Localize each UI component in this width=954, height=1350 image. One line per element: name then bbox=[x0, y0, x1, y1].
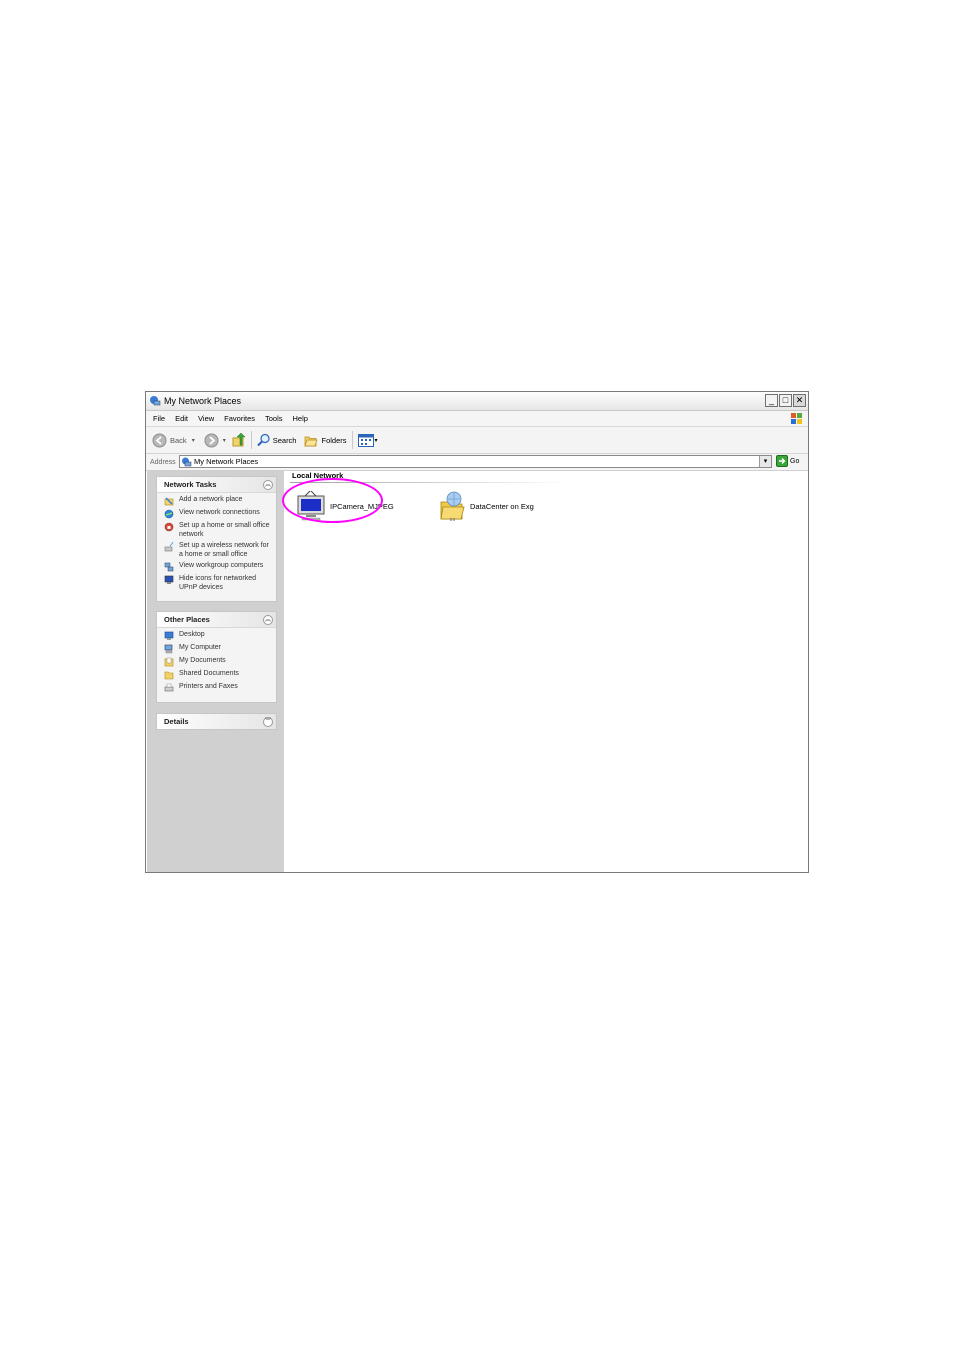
network-connections-icon bbox=[164, 509, 174, 519]
menu-tools[interactable]: Tools bbox=[265, 414, 283, 423]
upnp-devices-icon bbox=[164, 575, 174, 584]
collapse-chevron-icon[interactable]: ︽ bbox=[263, 614, 273, 625]
up-folder-button[interactable] bbox=[232, 432, 246, 448]
collapse-chevron-icon[interactable]: ︽ bbox=[263, 479, 273, 490]
views-dropdown-icon: ▾ bbox=[374, 437, 378, 444]
details-header[interactable]: Details ︾ bbox=[157, 714, 276, 729]
views-button[interactable]: ▾ bbox=[357, 433, 378, 447]
task-setup-wireless-network[interactable]: Set up a wireless network for a home or … bbox=[164, 542, 272, 559]
place-label: My Computer bbox=[179, 644, 222, 651]
place-label: Printers and Faxes bbox=[179, 683, 238, 690]
views-icon bbox=[357, 433, 374, 447]
up-folder-icon bbox=[232, 432, 246, 446]
task-label: View workgroup computers bbox=[179, 562, 264, 569]
task-view-workgroup-computers[interactable]: View workgroup computers bbox=[164, 562, 272, 572]
toolbar: Back ▾ ▾ Search Folders ▾ bbox=[146, 427, 808, 454]
shared-documents-icon bbox=[164, 671, 174, 680]
explorer-window: My Network Places _ □ ✕ File Edit View F… bbox=[145, 391, 809, 873]
place-label: Shared Documents bbox=[179, 670, 239, 677]
go-label: Go bbox=[790, 457, 800, 465]
title-bar[interactable]: My Network Places _ □ ✕ bbox=[146, 392, 808, 411]
network-tasks-title: Network Tasks bbox=[164, 480, 217, 489]
place-shared-documents[interactable]: Shared Documents bbox=[164, 670, 272, 680]
add-network-place-icon bbox=[164, 497, 174, 506]
task-hide-upnp-icons[interactable]: Hide icons for networked UPnP devices bbox=[164, 575, 272, 592]
toolbar-separator bbox=[351, 431, 353, 449]
windows-logo-icon bbox=[791, 413, 802, 424]
close-button[interactable]: ✕ bbox=[793, 394, 806, 407]
task-view-network-connections[interactable]: View network connections bbox=[164, 509, 272, 519]
desktop-icon bbox=[164, 631, 174, 640]
printers-faxes-icon bbox=[164, 683, 174, 692]
task-pane: Network Tasks ︽ Add a network place View… bbox=[147, 471, 284, 872]
folders-icon bbox=[304, 436, 318, 446]
other-places-header[interactable]: Other Places ︽ bbox=[157, 612, 276, 628]
home-network-icon bbox=[164, 522, 174, 532]
toolbar-separator bbox=[250, 431, 252, 449]
highlight-ellipse bbox=[282, 478, 383, 523]
details-title: Details bbox=[164, 717, 189, 726]
search-icon bbox=[257, 433, 270, 447]
wireless-network-icon bbox=[164, 542, 174, 552]
back-label: Back bbox=[170, 435, 187, 445]
task-label: Add a network place bbox=[179, 496, 243, 503]
expand-chevron-icon[interactable]: ︾ bbox=[263, 716, 273, 727]
content-area: Local Network IPCamera_MJPEG DataCenter … bbox=[282, 471, 808, 872]
task-label: Set up a home or small office network bbox=[179, 522, 270, 538]
task-label: Set up a wireless network for a home or … bbox=[179, 542, 269, 558]
forward-dropdown-icon[interactable]: ▾ bbox=[223, 437, 226, 444]
back-arrow-icon bbox=[152, 433, 167, 447]
my-computer-icon bbox=[164, 644, 173, 654]
place-desktop[interactable]: Desktop bbox=[164, 631, 272, 641]
network-tasks-panel: Network Tasks ︽ Add a network place View… bbox=[156, 476, 277, 602]
network-places-icon bbox=[150, 396, 161, 406]
address-dropdown-icon[interactable]: ▾ bbox=[759, 456, 771, 467]
task-add-network-place[interactable]: Add a network place bbox=[164, 496, 272, 506]
window-title: My Network Places bbox=[164, 396, 242, 406]
forward-arrow-icon bbox=[204, 433, 219, 447]
place-label: Desktop bbox=[179, 631, 205, 638]
menu-favorites[interactable]: Favorites bbox=[224, 414, 255, 423]
back-dropdown-icon[interactable]: ▾ bbox=[192, 437, 195, 444]
address-bar: Address My Network Places ▾ Go bbox=[146, 454, 808, 471]
place-my-documents[interactable]: My Documents bbox=[164, 657, 272, 667]
network-item-datacenter[interactable]: DataCenter on Exg bbox=[438, 490, 534, 522]
item-label: DataCenter on Exg bbox=[470, 501, 534, 511]
task-label: View network connections bbox=[179, 509, 260, 516]
address-value: My Network Places bbox=[194, 457, 259, 466]
maximize-button[interactable]: □ bbox=[779, 394, 792, 407]
workgroup-computers-icon bbox=[164, 562, 174, 572]
address-label: Address bbox=[150, 458, 176, 466]
address-input[interactable]: My Network Places ▾ bbox=[179, 455, 772, 468]
menu-view[interactable]: View bbox=[198, 414, 214, 423]
folders-button[interactable]: Folders bbox=[304, 434, 347, 447]
menu-bar: File Edit View Favorites Tools Help bbox=[146, 411, 808, 427]
forward-button[interactable]: ▾ bbox=[204, 433, 226, 448]
network-places-icon bbox=[182, 457, 192, 466]
task-setup-home-network[interactable]: Set up a home or small office network bbox=[164, 522, 272, 539]
other-places-panel: Other Places ︽ Desktop My Computer My Do… bbox=[156, 611, 277, 703]
network-item-ipcamera[interactable]: IPCamera_MJPEG bbox=[282, 478, 394, 523]
folders-label: Folders bbox=[321, 435, 347, 445]
place-label: My Documents bbox=[179, 657, 226, 664]
task-label: Hide icons for networked UPnP devices bbox=[179, 575, 257, 591]
network-share-icon bbox=[440, 491, 465, 521]
network-tasks-header[interactable]: Network Tasks ︽ bbox=[157, 477, 276, 493]
other-places-title: Other Places bbox=[164, 615, 210, 624]
place-my-computer[interactable]: My Computer bbox=[164, 644, 272, 654]
go-button[interactable]: Go bbox=[776, 455, 799, 467]
minimize-button[interactable]: _ bbox=[765, 394, 778, 407]
details-panel: Details ︾ bbox=[156, 713, 277, 730]
my-documents-icon bbox=[164, 657, 174, 667]
back-button[interactable]: Back ▾ bbox=[152, 433, 195, 448]
menu-edit[interactable]: Edit bbox=[175, 414, 188, 423]
menu-file[interactable]: File bbox=[153, 414, 165, 423]
go-arrow-icon bbox=[776, 455, 788, 467]
place-printers-faxes[interactable]: Printers and Faxes bbox=[164, 683, 272, 693]
search-button[interactable]: Search bbox=[257, 433, 297, 447]
menu-help[interactable]: Help bbox=[293, 414, 308, 423]
search-label: Search bbox=[272, 435, 297, 445]
